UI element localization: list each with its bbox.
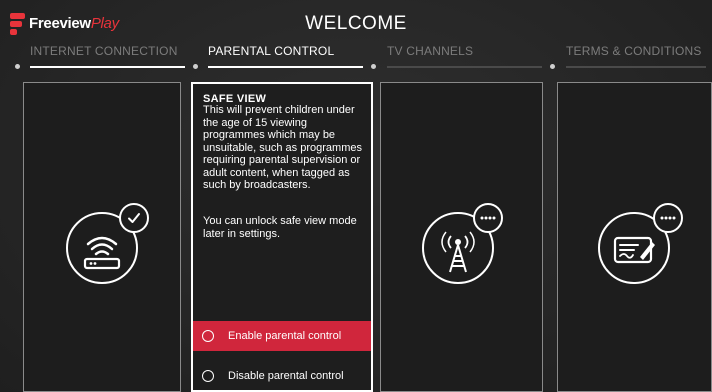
step-progress-line bbox=[208, 66, 363, 68]
option-label: Enable parental control bbox=[228, 330, 342, 342]
step-dot bbox=[15, 64, 20, 69]
option-label: Disable parental control bbox=[228, 370, 344, 382]
radio-unchecked-icon bbox=[202, 370, 214, 382]
enable-parental-control-option[interactable]: Enable parental control bbox=[193, 321, 371, 351]
setup-steps: INTERNET CONNECTION PARENTAL CONTROL TV … bbox=[0, 44, 712, 74]
page-title: WELCOME bbox=[305, 13, 407, 34]
step-label: TV CHANNELS bbox=[387, 44, 474, 58]
more-icon bbox=[653, 203, 683, 233]
step-terms-conditions: TERMS & CONDITIONS bbox=[566, 44, 706, 74]
step-label: TERMS & CONDITIONS bbox=[566, 44, 702, 58]
card-internet-connection[interactable] bbox=[23, 82, 181, 392]
step-tv-channels: TV CHANNELS bbox=[387, 44, 542, 74]
step-progress-line bbox=[566, 66, 706, 68]
step-dot bbox=[371, 64, 376, 69]
step-internet-connection: INTERNET CONNECTION bbox=[30, 44, 185, 74]
step-dot bbox=[550, 64, 555, 69]
card-tv-channels[interactable] bbox=[380, 82, 543, 392]
safe-view-note: You can unlock safe view mode later in s… bbox=[203, 215, 357, 240]
disable-parental-control-option[interactable]: Disable parental control bbox=[193, 361, 371, 391]
card-terms-conditions[interactable] bbox=[557, 82, 712, 392]
step-dot bbox=[193, 64, 198, 69]
more-icon bbox=[473, 203, 503, 233]
card-parental-control: SAFE VIEW This will prevent children und… bbox=[191, 82, 373, 392]
step-parental-control: PARENTAL CONTROL bbox=[208, 44, 363, 74]
radio-unchecked-icon bbox=[202, 330, 214, 342]
step-label: PARENTAL CONTROL bbox=[208, 44, 335, 58]
step-progress-line bbox=[30, 66, 185, 68]
step-progress-line bbox=[387, 66, 542, 68]
safe-view-description: This will prevent children under the age… bbox=[203, 104, 362, 191]
step-label: INTERNET CONNECTION bbox=[30, 44, 178, 58]
check-icon bbox=[119, 203, 149, 233]
